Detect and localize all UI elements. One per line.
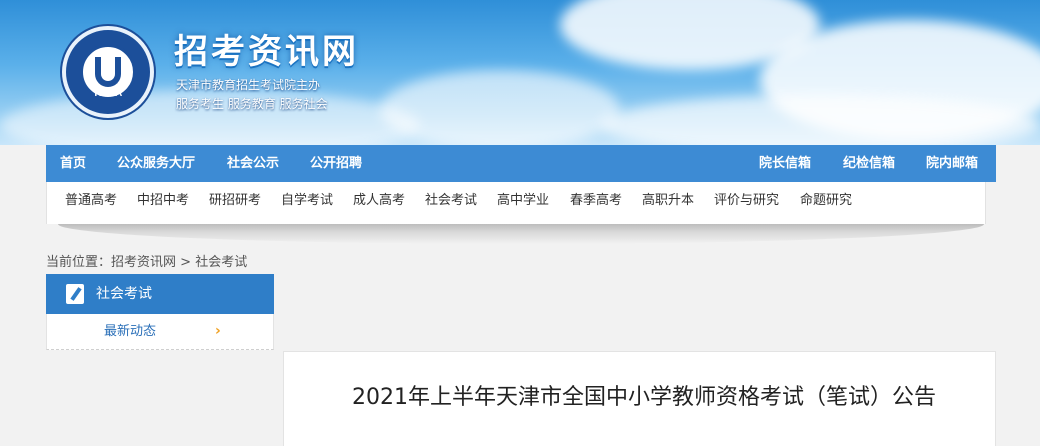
nav-item-discipline-mailbox[interactable]: 纪检信箱	[843, 145, 895, 182]
subnav-shadow	[58, 224, 984, 244]
subnav-item-social-exam[interactable]: 社会考试	[425, 182, 477, 220]
subnav-item-spring-gaokao[interactable]: 春季高考	[570, 182, 622, 220]
subnav-item-adult-gaokao[interactable]: 成人高考	[353, 182, 405, 220]
article-panel: 2021年上半年天津市全国中小学教师资格考试（笔试）公告	[283, 351, 996, 446]
sidebar-heading: 社会考试	[46, 274, 274, 314]
site-tagline: 服务考生 服务教育 服务社会	[176, 97, 328, 111]
logo-text: TAEA	[92, 88, 124, 99]
breadcrumb-current-link[interactable]: 社会考试	[195, 255, 247, 270]
sidebar-heading-label: 社会考试	[96, 286, 152, 302]
subnav-item-graduate-exam[interactable]: 研招研考	[209, 182, 261, 220]
subnav-item-general-gaokao[interactable]: 普通高考	[65, 182, 117, 220]
site-logo[interactable]: TAEA	[62, 26, 154, 118]
header-banner: TAEA 招考资讯网 天津市教育招生考试院主办 服务考生 服务教育 服务社会	[0, 0, 1040, 145]
breadcrumb: 当前位置：招考资讯网 > 社会考试	[46, 251, 247, 270]
logo-mark-icon	[95, 57, 121, 87]
breadcrumb-separator: >	[176, 255, 196, 270]
nav-item-public-notice[interactable]: 社会公示	[227, 145, 279, 182]
main-nav: 首页 公众服务大厅 社会公示 公开招聘 院长信箱 纪检信箱 院内邮箱	[46, 145, 996, 182]
nav-item-home[interactable]: 首页	[60, 145, 86, 182]
sub-nav: 普通高考 中招中考 研招研考 自学考试 成人高考 社会考试 高中学业 春季高考 …	[46, 182, 986, 224]
subnav-item-evaluation-research[interactable]: 评价与研究	[714, 182, 779, 220]
breadcrumb-home-link[interactable]: 招考资讯网	[111, 255, 176, 270]
cloud-decoration	[380, 70, 620, 145]
nav-item-president-mailbox[interactable]: 院长信箱	[759, 145, 811, 182]
site-tagline: 天津市教育招生考试院主办	[176, 78, 321, 92]
subnav-item-self-study[interactable]: 自学考试	[281, 182, 333, 220]
edit-icon	[66, 284, 84, 304]
site-title: 招考资讯网	[174, 32, 359, 72]
subnav-item-question-research[interactable]: 命题研究	[800, 182, 852, 220]
breadcrumb-prefix: 当前位置：	[46, 255, 112, 270]
nav-item-recruitment[interactable]: 公开招聘	[310, 145, 362, 182]
chevron-right-icon: ›	[215, 323, 221, 339]
subnav-item-high-school[interactable]: 高中学业	[497, 182, 549, 220]
subnav-item-zhongkao[interactable]: 中招中考	[137, 182, 189, 220]
sidebar-item-label: 最新动态	[104, 324, 157, 339]
nav-item-internal-mailbox[interactable]: 院内邮箱	[926, 145, 978, 182]
nav-item-public-service[interactable]: 公众服务大厅	[117, 145, 195, 182]
sidebar-item-latest-news[interactable]: 最新动态 ›	[46, 314, 274, 350]
article-title: 2021年上半年天津市全国中小学教师资格考试（笔试）公告	[352, 385, 936, 410]
subnav-item-vocational-upgrade[interactable]: 高职升本	[642, 182, 694, 220]
